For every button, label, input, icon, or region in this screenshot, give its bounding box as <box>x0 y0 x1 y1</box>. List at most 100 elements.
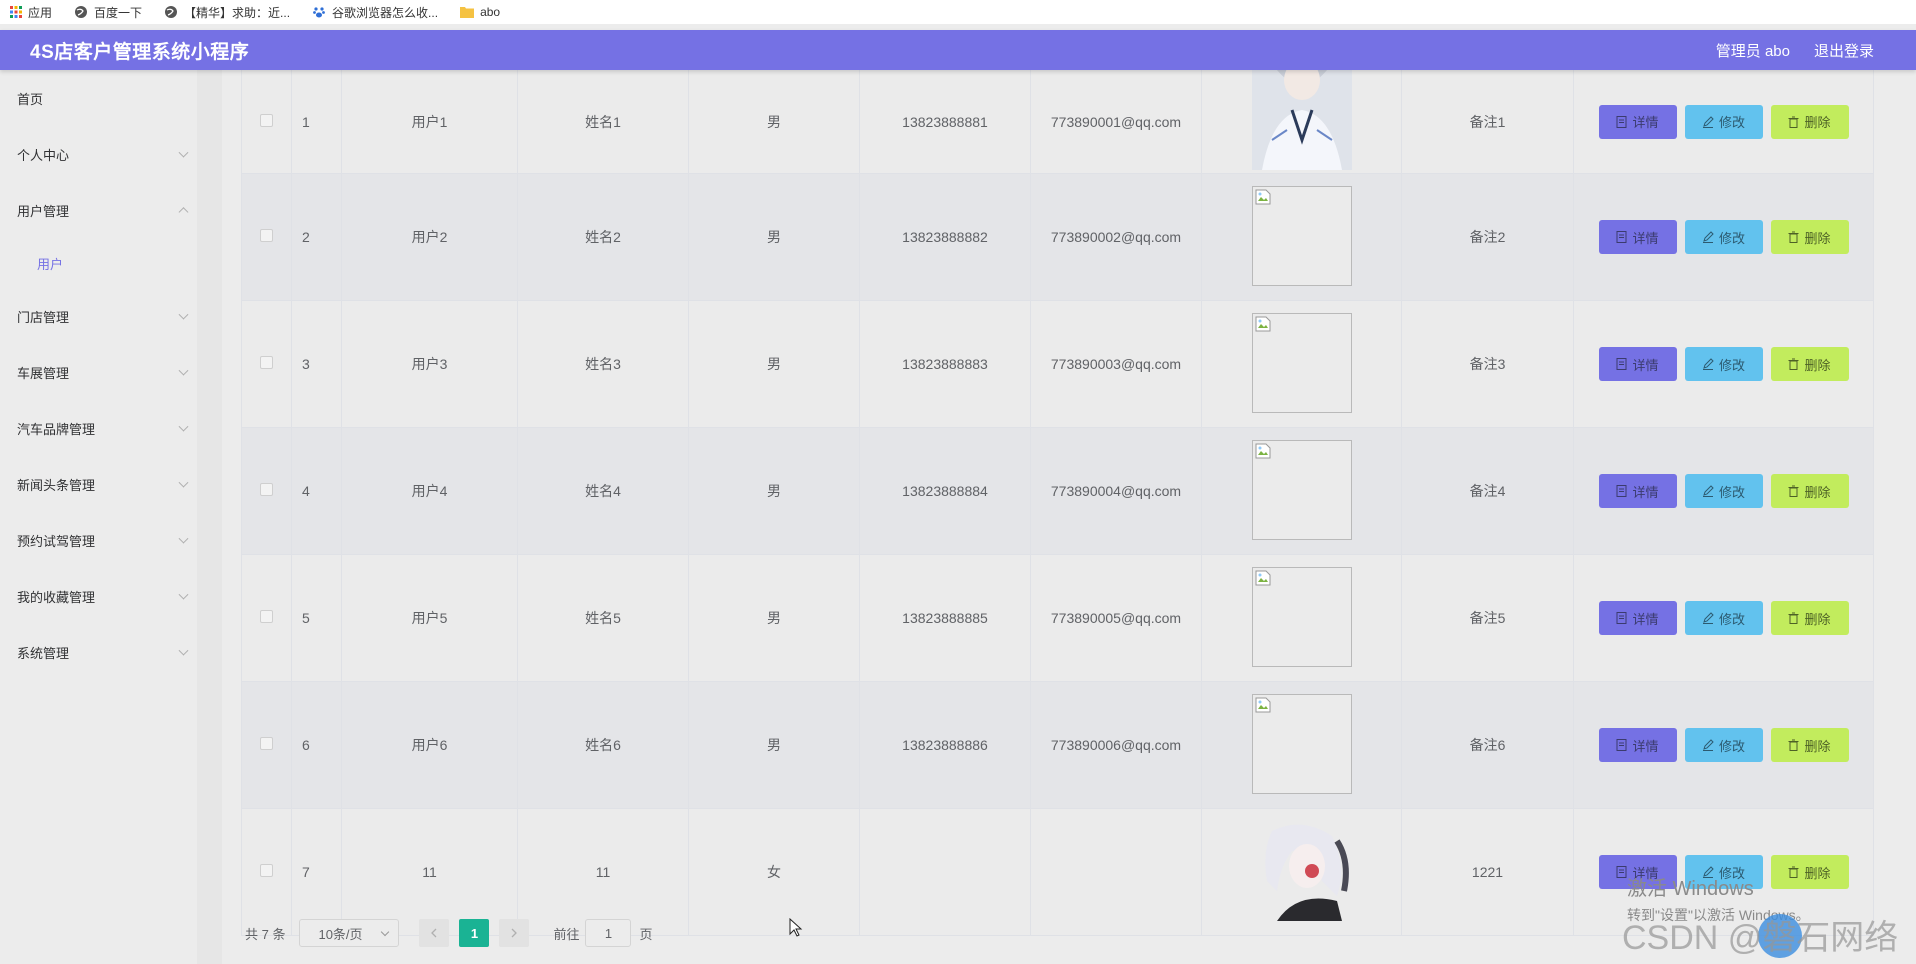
cell-actions: 详情 修改 删除 <box>1573 681 1874 809</box>
delete-button[interactable]: 删除 <box>1770 104 1849 139</box>
sidebar-item-user-management[interactable]: 用户管理 <box>0 182 197 238</box>
cell-account: 用户6 <box>341 681 518 809</box>
sidebar-subitem-users[interactable]: 用户 <box>0 238 197 288</box>
row-checkbox[interactable] <box>260 113 273 127</box>
user-photo-broken[interactable] <box>1251 439 1352 540</box>
user-photo-broken[interactable] <box>1251 566 1352 667</box>
admin-user-label[interactable]: 管理员 abo <box>1716 40 1790 61</box>
sidebar-item-home[interactable]: 首页 <box>0 70 197 126</box>
prev-page-button[interactable] <box>419 919 450 947</box>
sidebar-item-news-management[interactable]: 新闻头条管理 <box>0 456 197 512</box>
delete-button[interactable]: 删除 <box>1770 601 1849 635</box>
detail-button[interactable]: 详情 <box>1598 728 1677 762</box>
delete-button[interactable]: 删除 <box>1770 220 1849 254</box>
delete-button[interactable]: 删除 <box>1770 474 1849 508</box>
sidebar-item-favorites-management[interactable]: 我的收藏管理 <box>0 568 197 624</box>
sidebar-item-store-management[interactable]: 门店管理 <box>0 288 197 344</box>
cell-phone: 13823888883 <box>859 300 1031 428</box>
edit-button[interactable]: 修改 <box>1684 347 1763 381</box>
bookmark-chrome-help[interactable]: 谷歌浏览器怎么收... <box>312 4 438 21</box>
sidebar-item-test-drive-management[interactable]: 预约试驾管理 <box>0 512 197 568</box>
pencil-icon <box>1702 231 1714 243</box>
cell-account: 用户2 <box>341 173 518 301</box>
page-size-select[interactable]: 10条/页 <box>299 919 400 947</box>
pencil-icon <box>1702 115 1714 128</box>
cell-note: 1221 <box>1401 808 1574 936</box>
edit-button[interactable]: 修改 <box>1684 220 1763 254</box>
bookmark-forum[interactable]: 【精华】求助：近... <box>164 4 290 21</box>
user-table: 1 用户1 姓名1 男 13823888881 773890001@qq.com 备注1 详情… <box>241 70 1874 936</box>
chevron-down-icon <box>178 309 189 320</box>
document-icon <box>1616 115 1627 128</box>
sidebar-item-auto-show-management[interactable]: 车展管理 <box>0 344 197 400</box>
cell-phone <box>859 808 1031 936</box>
bookmark-baidu[interactable]: 百度一下 <box>74 4 142 21</box>
cell-name: 姓名6 <box>517 681 689 809</box>
trash-icon <box>1788 485 1799 497</box>
cell-photo <box>1201 554 1402 682</box>
row-checkbox[interactable] <box>260 610 273 623</box>
cell-actions: 详情 修改 删除 <box>1573 300 1874 428</box>
sidebar-item-label: 系统管理 <box>17 645 70 661</box>
edit-button[interactable]: 修改 <box>1684 104 1763 139</box>
cell-gender: 男 <box>688 554 860 682</box>
broken-image-icon <box>1255 570 1270 585</box>
cell-gender: 男 <box>688 681 860 809</box>
pagination-total: 共 7 条 <box>245 926 286 942</box>
cell-name: 姓名5 <box>517 554 689 682</box>
user-photo-broken[interactable] <box>1251 312 1352 413</box>
button-label: 删除 <box>1804 230 1831 246</box>
cell-account: 用户4 <box>341 427 518 555</box>
row-checkbox[interactable] <box>260 864 273 877</box>
user-photo[interactable] <box>1251 820 1352 921</box>
cell-email: 773890004@qq.com <box>1030 427 1202 555</box>
globe-icon <box>165 6 178 18</box>
bookmark-label: abo <box>480 5 501 19</box>
cell-note: 备注6 <box>1401 681 1574 809</box>
user-photo-broken[interactable] <box>1251 693 1352 794</box>
user-avatar-male <box>1251 70 1352 170</box>
sidebar-item-label: 首页 <box>17 91 44 107</box>
button-label: 详情 <box>1632 230 1659 246</box>
user-photo-broken[interactable] <box>1251 185 1352 286</box>
bookmark-apps[interactable]: 应用 <box>10 4 52 21</box>
detail-button[interactable]: 详情 <box>1598 220 1677 254</box>
row-checkbox[interactable] <box>260 737 273 750</box>
chevron-left-icon <box>431 928 437 938</box>
delete-button[interactable]: 删除 <box>1770 347 1849 381</box>
bookmark-label: 应用 <box>28 5 53 20</box>
bookmark-folder-abo[interactable]: abo <box>460 5 500 19</box>
chevron-down-icon <box>381 927 390 937</box>
detail-button[interactable]: 详情 <box>1598 601 1677 635</box>
row-checkbox[interactable] <box>260 356 273 369</box>
cell-index: 5 <box>291 554 342 682</box>
edit-button[interactable]: 修改 <box>1684 474 1763 508</box>
globe-icon <box>75 6 88 18</box>
cell-actions: 详情 修改 删除 <box>1573 70 1874 174</box>
cell-name: 11 <box>517 808 689 936</box>
detail-button[interactable]: 详情 <box>1598 104 1677 139</box>
detail-button[interactable]: 详情 <box>1598 474 1677 508</box>
cell-email <box>1030 808 1202 936</box>
sidebar-item-car-brand-management[interactable]: 汽车品牌管理 <box>0 400 197 456</box>
row-checkbox[interactable] <box>260 229 273 242</box>
row-checkbox[interactable] <box>260 483 273 496</box>
edit-button[interactable]: 修改 <box>1684 601 1763 635</box>
logout-button[interactable]: 退出登录 <box>1814 40 1874 61</box>
user-photo[interactable] <box>1251 70 1352 170</box>
pencil-icon <box>1702 485 1714 497</box>
sidebar-item-label: 我的收藏管理 <box>17 589 96 605</box>
pencil-icon <box>1702 612 1714 624</box>
detail-button[interactable]: 详情 <box>1598 347 1677 381</box>
edit-button[interactable]: 修改 <box>1684 728 1763 762</box>
app-title: 4S店客户管理系统小程序 <box>30 41 250 63</box>
delete-button[interactable]: 删除 <box>1770 728 1849 762</box>
cell-photo <box>1201 808 1402 936</box>
next-page-button[interactable] <box>499 919 530 947</box>
page-number-current[interactable]: 1 <box>459 919 490 947</box>
goto-page-input[interactable]: 1 <box>585 919 632 947</box>
row-select-cell <box>241 681 292 809</box>
broken-image-icon <box>1255 316 1270 331</box>
sidebar-item-personal-center[interactable]: 个人中心 <box>0 126 197 182</box>
sidebar-item-system-management[interactable]: 系统管理 <box>0 624 197 680</box>
